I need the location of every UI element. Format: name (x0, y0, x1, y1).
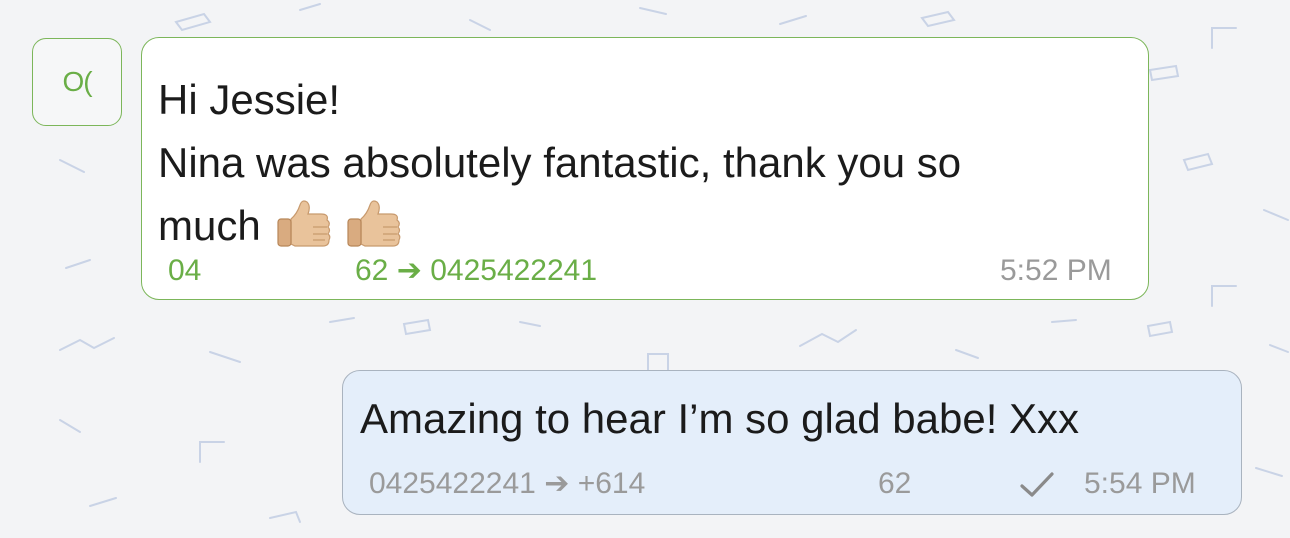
checkmark-icon (1020, 472, 1054, 497)
incoming-sender-suffix: 62 (355, 254, 389, 287)
incoming-line-3-text: much (158, 202, 261, 249)
avatar-initials: O( (62, 66, 92, 97)
incoming-routing: 62 ➔ 0425422241 (355, 253, 597, 289)
outgoing-routing: 0425422241 ➔ +614 (369, 466, 645, 502)
incoming-recipient-number: 0425422241 (430, 254, 598, 287)
outgoing-recipient-prefix: +614 (577, 467, 646, 500)
incoming-timestamp: 5:52 PM (1000, 254, 1112, 287)
incoming-line-1: Hi Jessie! (158, 76, 341, 123)
outgoing-sender-number: 0425422241 (369, 467, 536, 500)
thumbs-up-icon (275, 200, 331, 250)
contact-avatar[interactable]: O( (32, 38, 122, 126)
incoming-sender-prefix: 04 (168, 254, 202, 287)
outgoing-recipient-suffix: 62 (878, 467, 912, 500)
outgoing-message-bubble[interactable]: Amazing to hear I’m so glad babe! Xxx 04… (342, 370, 1242, 515)
outgoing-timestamp: 5:54 PM (1084, 467, 1196, 500)
thumbs-up-icon (345, 200, 401, 250)
incoming-line-2: Nina was absolutely fantastic, thank you… (158, 139, 962, 186)
arrow-right-icon: ➔ (396, 254, 422, 287)
arrow-right-icon: ➔ (544, 467, 570, 500)
incoming-line-3: much (158, 194, 1143, 257)
incoming-message-bubble[interactable]: Hi Jessie! Nina was absolutely fantastic… (141, 37, 1149, 300)
incoming-message-text: Hi Jessie! Nina was absolutely fantastic… (158, 68, 1143, 257)
outgoing-message-text: Amazing to hear I’m so glad babe! Xxx (360, 395, 1080, 442)
